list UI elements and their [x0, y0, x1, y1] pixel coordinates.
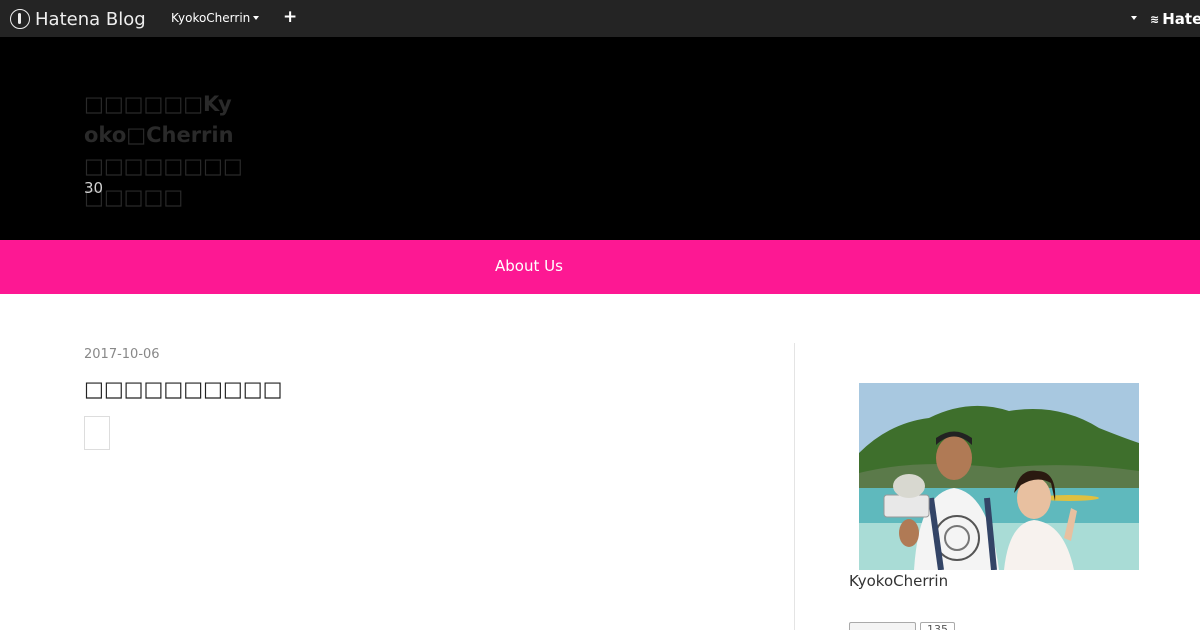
hatena-brand-text: Hatena Blog — [35, 8, 146, 30]
hatena-topbar: Hatena Blog KyokoCherrin + ≋ Hatena — [0, 0, 1200, 37]
global-nav: About Us — [0, 240, 1200, 294]
chevron-down-icon[interactable] — [1131, 16, 1137, 20]
user-menu[interactable]: KyokoCherrin — [171, 11, 260, 25]
follow-count: 135 — [920, 622, 955, 630]
username-label: KyokoCherrin — [171, 11, 251, 25]
hatena-global-link[interactable]: ≋ Hatena — [1150, 10, 1200, 28]
follow-button[interactable] — [849, 622, 916, 630]
blog-header: □□□□□□Kyoko□Cherrin□□□□□□□□□□□□□ 30 — [0, 37, 1200, 240]
hatena-right-brand: Hatena — [1162, 10, 1200, 28]
entry-title[interactable]: □□□□□□□□□□ — [84, 377, 282, 401]
content-divider — [794, 343, 795, 630]
hatena-logo-icon — [10, 9, 30, 29]
entry-embed-placeholder — [84, 416, 110, 450]
chevron-down-icon — [253, 16, 260, 20]
profile-name[interactable]: KyokoCherrin — [849, 572, 948, 590]
blog-description: 30 — [84, 179, 104, 197]
entry-date[interactable]: 2017-10-06 — [84, 347, 160, 362]
profile-photo[interactable] — [859, 383, 1139, 570]
wifi-icon: ≋ — [1150, 12, 1160, 26]
nav-about-us[interactable]: About Us — [495, 257, 563, 275]
plus-icon[interactable]: + — [283, 7, 297, 27]
blog-title[interactable]: □□□□□□Kyoko□Cherrin□□□□□□□□□□□□□ — [84, 89, 244, 213]
hatena-blog-logo[interactable]: Hatena Blog — [10, 8, 146, 30]
